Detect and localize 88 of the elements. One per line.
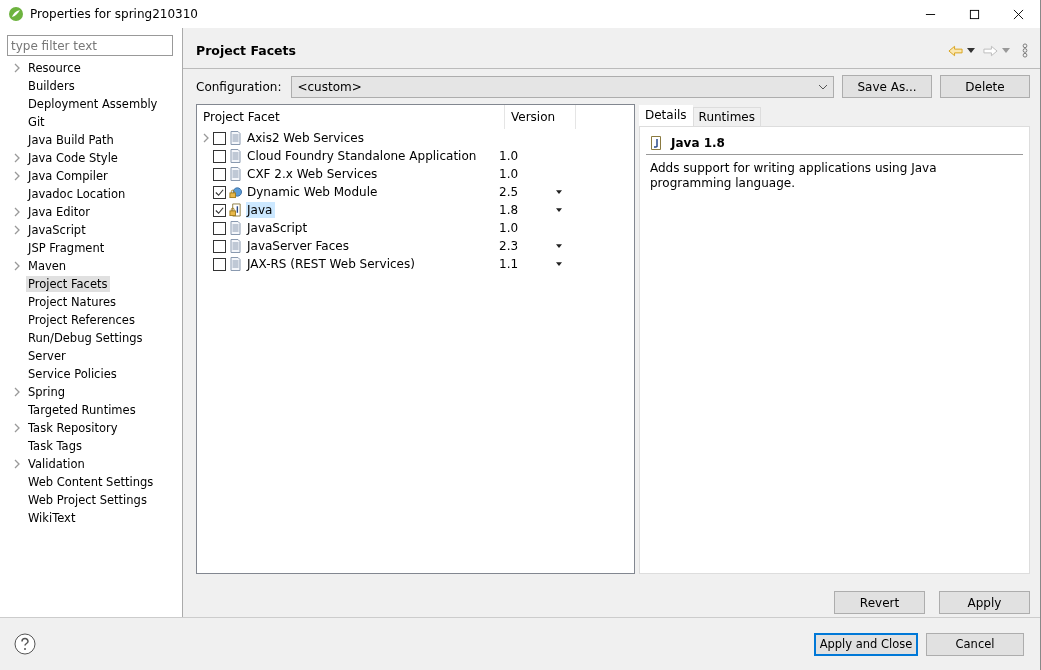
sidebar-item[interactable]: Spring: [26, 384, 68, 400]
version-cell: 2.3: [499, 239, 519, 253]
checkbox[interactable]: [213, 257, 226, 271]
configuration-dropdown[interactable]: <custom>: [291, 75, 834, 98]
configuration-label: Configuration:: [196, 79, 282, 94]
details-tab[interactable]: Details: [639, 105, 693, 126]
expand-chevron-icon[interactable]: [13, 387, 21, 397]
sidebar-item[interactable]: Web Project Settings: [26, 492, 149, 508]
version-cell: 1.0: [499, 149, 519, 163]
facet-name[interactable]: JavaScript: [246, 220, 311, 236]
expand-chevron-icon[interactable]: [13, 171, 21, 181]
sidebar-item[interactable]: Server: [26, 348, 68, 364]
checkbox[interactable]: [213, 149, 226, 163]
dropdown-caret-icon[interactable]: [556, 208, 562, 212]
sidebar-item[interactable]: Project Natures: [26, 294, 118, 310]
dropdown-caret-icon[interactable]: [967, 48, 975, 53]
expand-chevron-icon[interactable]: [13, 153, 21, 163]
details-heading: Java 1.8: [671, 136, 725, 150]
checkbox[interactable]: [213, 203, 226, 217]
dialog-button[interactable]: Cancel: [926, 632, 1024, 656]
checkbox[interactable]: [213, 239, 226, 253]
sidebar-item[interactable]: WikiText: [26, 510, 78, 526]
sidebar-item[interactable]: JavaScript: [26, 222, 88, 238]
sidebar-item[interactable]: Java Compiler: [26, 168, 110, 184]
dropdown-chevron-icon[interactable]: [818, 83, 828, 90]
dropdown-caret-icon[interactable]: [556, 262, 562, 266]
dialog-button[interactable]: Apply and Close: [814, 632, 918, 656]
sidebar-item[interactable]: Service Policies: [26, 366, 119, 382]
dropdown-caret-icon[interactable]: [556, 190, 562, 194]
version-cell: 1.0: [499, 167, 519, 181]
sidebar-item[interactable]: Resource: [26, 60, 83, 76]
page-action-button[interactable]: Apply: [939, 591, 1030, 614]
sidebar-item[interactable]: Deployment Assembly: [26, 96, 160, 112]
page-action-button[interactable]: Revert: [834, 591, 925, 614]
leaf-logo-icon: [8, 6, 24, 22]
close-icon[interactable]: [1013, 8, 1024, 20]
expand-chevron-icon[interactable]: [13, 459, 21, 469]
details-description: Adds support for writing applications using Java programming language.: [650, 161, 938, 191]
sidebar-item[interactable]: Javadoc Location: [26, 186, 128, 202]
page-button[interactable]: Save As...: [842, 75, 932, 98]
sidebar-item[interactable]: Run/Debug Settings: [26, 330, 145, 346]
version-cell: 2.5: [499, 185, 519, 199]
checkbox[interactable]: [213, 185, 226, 199]
version-cell: 1.8: [499, 203, 519, 217]
facet-name[interactable]: Cloud Foundry Standalone Application: [246, 148, 480, 164]
sidebar-item[interactable]: Java Build Path: [26, 132, 116, 148]
window-title: Properties for spring210310: [30, 7, 198, 21]
sidebar-item[interactable]: Web Content Settings: [26, 474, 156, 490]
checkbox[interactable]: [213, 221, 226, 235]
page-title: Project Facets: [196, 43, 296, 58]
expand-chevron-icon[interactable]: [13, 423, 21, 433]
checkbox[interactable]: [213, 167, 226, 181]
page-button[interactable]: Delete: [940, 75, 1030, 98]
sidebar-item[interactable]: Java Code Style: [26, 150, 120, 166]
facet-name[interactable]: JavaServer Faces: [246, 238, 352, 254]
facet-name[interactable]: JAX-RS (REST Web Services): [246, 256, 418, 272]
column-header[interactable]: Version: [505, 105, 576, 129]
expand-chevron-icon[interactable]: [202, 133, 210, 143]
facet-name[interactable]: Dynamic Web Module: [246, 184, 381, 200]
filter-field[interactable]: type filter text: [7, 35, 173, 56]
expand-chevron-icon[interactable]: [13, 63, 21, 73]
facet-name[interactable]: Java: [246, 202, 276, 218]
sidebar-item[interactable]: Targeted Runtimes: [26, 402, 138, 418]
sidebar-item[interactable]: JSP Fragment: [26, 240, 107, 256]
sidebar-item[interactable]: Validation: [26, 456, 87, 472]
maximize-icon[interactable]: [969, 8, 980, 20]
sidebar-item[interactable]: Maven: [26, 258, 69, 274]
expand-chevron-icon[interactable]: [13, 261, 21, 271]
sidebar-item[interactable]: Task Tags: [26, 438, 84, 454]
sidebar-item[interactable]: Git: [26, 114, 47, 130]
version-cell: 1.1: [499, 257, 519, 271]
java-file-icon: [651, 136, 661, 150]
column-header[interactable]: Project Facet: [197, 105, 505, 129]
expand-chevron-icon[interactable]: [13, 207, 21, 217]
version-cell: 1.0: [499, 221, 519, 235]
sidebar-item[interactable]: Project References: [26, 312, 137, 328]
details-tab[interactable]: Runtimes: [692, 107, 761, 126]
facet-name[interactable]: Axis2 Web Services: [246, 130, 367, 146]
sidebar-item[interactable]: Task Repository: [26, 420, 120, 436]
facet-name[interactable]: CXF 2.x Web Services: [246, 166, 381, 182]
sidebar-item[interactable]: Builders: [26, 78, 77, 94]
sidebar-item[interactable]: Project Facets: [26, 276, 110, 292]
more-options-icon[interactable]: [1022, 43, 1028, 58]
dropdown-caret-icon[interactable]: [556, 244, 562, 248]
checkbox[interactable]: [213, 131, 226, 145]
expand-chevron-icon[interactable]: [13, 225, 21, 235]
sidebar-item[interactable]: Java Editor: [26, 204, 92, 220]
help-icon[interactable]: [14, 633, 36, 655]
